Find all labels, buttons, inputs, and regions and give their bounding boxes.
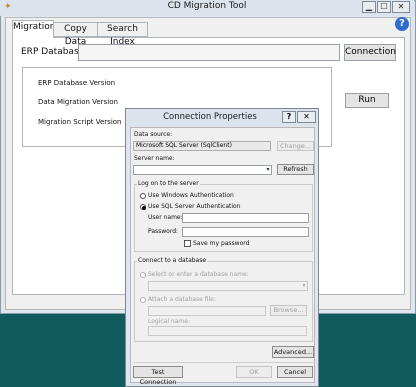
cancel-button[interactable]: Cancel <box>277 366 313 378</box>
save-password-checkbox[interactable] <box>184 240 191 247</box>
dialog-help-button[interactable]: ? <box>282 111 296 123</box>
server-name-label: Server name: <box>134 155 175 162</box>
sql-auth-label[interactable]: Use SQL Server Authentication <box>148 203 241 210</box>
logical-name-label: Logical name: <box>148 318 190 325</box>
attach-file-input[interactable] <box>148 306 266 316</box>
attach-database-radio[interactable] <box>140 297 146 303</box>
minimize-button[interactable]: ▁ <box>362 1 376 13</box>
logical-name-input[interactable] <box>148 326 307 336</box>
data-source-field: Microsoft SQL Server (SqlClient) <box>133 141 271 151</box>
ok-button[interactable]: OK <box>236 366 272 378</box>
erp-version-label: ERP Database Version <box>38 79 116 87</box>
database-name-combobox[interactable] <box>148 281 308 291</box>
dialog-separator <box>134 362 313 363</box>
tab-copy-data[interactable]: Copy Data <box>53 22 98 47</box>
password-input[interactable] <box>182 227 309 237</box>
tab-migration[interactable]: Migration <box>12 20 55 38</box>
select-database-radio[interactable] <box>140 272 146 278</box>
windows-auth-radio[interactable] <box>140 193 146 199</box>
chevron-down-icon[interactable]: ▾ <box>264 165 272 175</box>
save-password-label[interactable]: Save my password <box>193 240 249 247</box>
run-button[interactable]: Run <box>345 93 389 108</box>
test-connection-button[interactable]: Test Connection <box>133 366 183 386</box>
refresh-button[interactable]: Refresh <box>277 164 314 175</box>
user-name-label: User name: <box>148 214 183 221</box>
browse-button[interactable]: Browse... <box>270 305 307 316</box>
chevron-down-icon[interactable]: ▾ <box>300 281 308 291</box>
erp-database-label: ERP Database <box>21 47 85 57</box>
sql-auth-radio[interactable] <box>140 204 146 210</box>
data-source-label: Data source: <box>134 131 173 138</box>
attach-database-label[interactable]: Attach a database file: <box>148 296 216 303</box>
close-button[interactable]: ✕ <box>392 1 410 13</box>
logon-group-label: Log on to the server <box>137 180 200 187</box>
windows-auth-label[interactable]: Use Windows Authentication <box>148 192 234 199</box>
password-label: Password: <box>148 228 179 235</box>
data-migration-version-label: Data Migration Version <box>38 98 118 106</box>
dialog-title: Connection Properties <box>163 112 257 122</box>
tab-search-index[interactable]: Search Index <box>97 22 148 47</box>
server-name-combobox[interactable] <box>133 165 272 175</box>
dialog-close-button[interactable]: ✕ <box>297 111 316 123</box>
advanced-button[interactable]: Advanced... <box>272 346 314 358</box>
user-name-input[interactable] <box>182 213 309 223</box>
window-title: CD Migration Tool <box>167 1 247 11</box>
select-database-label[interactable]: Select or enter a database name: <box>148 271 249 278</box>
connect-database-label: Connect to a database <box>137 257 208 264</box>
migration-script-version-label: Migration Script Version <box>38 118 122 126</box>
change-button[interactable]: Change... <box>277 141 314 151</box>
erp-database-field[interactable] <box>78 44 340 61</box>
help-icon[interactable]: ? <box>395 17 409 31</box>
connection-button[interactable]: Connection <box>344 44 396 61</box>
maximize-button[interactable]: ☐ <box>377 1 391 13</box>
